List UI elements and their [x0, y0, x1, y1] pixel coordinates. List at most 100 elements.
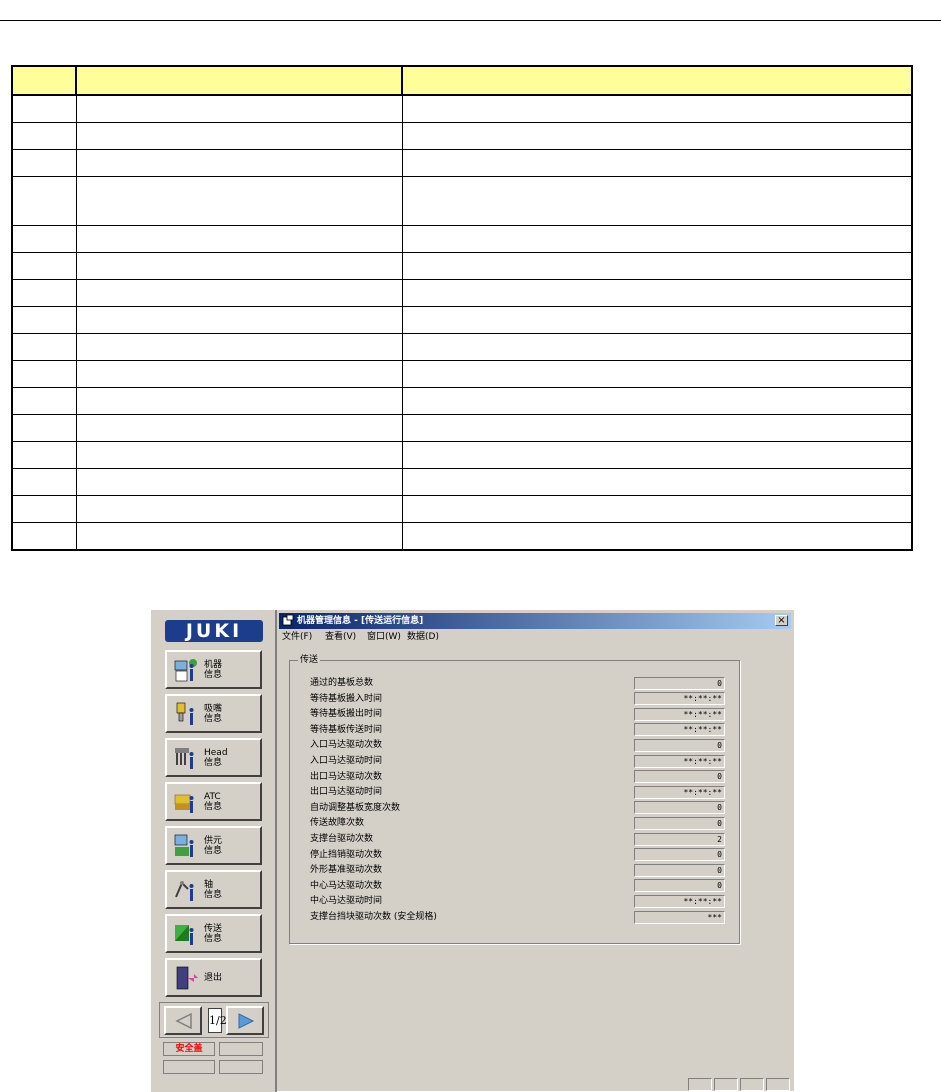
table-header-row — [11, 65, 913, 96]
table-cell — [75, 252, 403, 280]
info-row-value: **:**:** — [634, 894, 725, 908]
status-bar — [279, 1076, 793, 1092]
table-cell — [75, 468, 403, 496]
nozzle-info-icon — [174, 701, 200, 727]
table-row — [11, 522, 913, 551]
page-indicator: 1/2 — [208, 1008, 227, 1033]
window-titlebar: 机器管理信息 - [传送运行信息] × — [279, 613, 791, 629]
arrow-left-icon — [175, 1013, 192, 1029]
sidebar-button-label: 传送 信息 — [204, 924, 254, 944]
sidebar-button-conveyor-info[interactable]: 传送 信息 — [165, 914, 262, 953]
sidebar-button-label-line2: 信息 — [204, 802, 223, 812]
table-row — [11, 387, 913, 415]
table-cell — [75, 495, 403, 523]
table-row — [11, 468, 913, 496]
table-cell — [11, 122, 77, 150]
table-cell — [401, 522, 913, 551]
table-cell — [11, 252, 77, 280]
info-row-value: 0 — [634, 738, 725, 752]
table-cell — [11, 149, 77, 177]
machine-info-icon — [174, 657, 200, 683]
sidebar-button-atc-info[interactable]: ATC 信息 — [165, 782, 262, 821]
conveyor-info-icon — [174, 921, 200, 947]
next-page-button[interactable] — [226, 1006, 264, 1035]
atc-info-icon — [174, 789, 200, 815]
juki-application-window: JUKI 机器 信息 吸嘴 信息 Head 信息 ATC 信息 供元 信息轴信息 传送 信息 退出 1/… — [150, 609, 794, 1092]
info-row-label: 传送故障次数 — [310, 818, 365, 829]
table-cell — [75, 306, 403, 334]
table-cell — [11, 468, 77, 496]
conveyor-group: 传送 通过的基板总数 0 等待基板搬入时间 **:**:** 等待基板搬出时间 **:**… — [289, 654, 740, 944]
status-cell — [688, 1078, 712, 1091]
info-row-value: **:**:** — [634, 785, 725, 799]
status-box — [219, 1042, 263, 1056]
info-row-label: 出口马达驱动次数 — [310, 771, 383, 782]
menu-window[interactable]: 窗口(W) — [367, 631, 401, 643]
table-cell — [75, 149, 403, 177]
sidebar-button-label: Head 信息 — [204, 748, 254, 768]
exit-icon — [174, 965, 200, 991]
sidebar-button-exit[interactable]: 退出 — [165, 958, 262, 997]
sidebar-button-label-line1: 退出 — [204, 973, 223, 983]
info-row-value: 0 — [634, 863, 725, 877]
info-row-value: **:**:** — [634, 723, 725, 737]
sidebar-button-label-line2: 信息 — [204, 714, 223, 724]
table-cell — [11, 306, 77, 334]
table-row — [11, 122, 913, 150]
sidebar-button-label-line2: 信息 — [204, 758, 223, 768]
info-row-value: *** — [634, 910, 725, 924]
menu-file[interactable]: 文件(F) — [282, 631, 312, 643]
info-row-label: 等待基板传送时间 — [310, 724, 383, 735]
sidebar-button-machine-info[interactable]: 机器 信息 — [165, 650, 262, 689]
table-cell — [75, 95, 403, 123]
table-cell — [401, 333, 913, 361]
close-button[interactable]: × — [775, 615, 788, 626]
table-cell — [401, 468, 913, 496]
table-cell — [401, 279, 913, 307]
status-cell — [714, 1078, 738, 1091]
table-cell — [11, 225, 77, 253]
table-cell — [75, 360, 403, 388]
table-cell — [401, 306, 913, 334]
sidebar-button-nozzle-info[interactable]: 吸嘴 信息 — [165, 694, 262, 733]
info-row-label: 等待基板搬出时间 — [310, 709, 383, 720]
info-row-value: 0 — [634, 848, 725, 862]
info-row-label: 自动调整基板宽度次数 — [310, 802, 401, 813]
info-row-value: 0 — [634, 770, 725, 784]
status-box — [219, 1060, 263, 1074]
info-row-label: 停止挡销驱动次数 — [310, 849, 383, 860]
sidebar-button-label-line2: 信息 — [204, 846, 223, 856]
info-row-label: 入口马达驱动次数 — [310, 740, 383, 751]
safety-cover-label: 安全盖 — [175, 1044, 203, 1054]
sidebar-button-head-info[interactable]: Head 信息 — [165, 738, 262, 777]
sidebar-button-axis-info[interactable]: 轴信息 — [165, 870, 262, 909]
info-row-label: 出口马达驱动时间 — [310, 787, 383, 798]
sidebar-button-label-line1: ATC — [204, 792, 221, 802]
menu-data[interactable]: 数据(D) — [407, 631, 439, 643]
page-top-rule — [0, 20, 941, 21]
sidebar-button-label: ATC 信息 — [204, 792, 254, 812]
table-cell — [401, 360, 913, 388]
table-cell — [75, 441, 403, 469]
table-cell — [401, 252, 913, 280]
table-cell — [75, 279, 403, 307]
table-row — [11, 333, 913, 361]
table-row — [11, 360, 913, 388]
child-window: 机器管理信息 - [传送运行信息] × 文件(F) 查看(V) 窗口(W) 数据… — [279, 610, 793, 1074]
safety-cover-status: 安全盖 — [163, 1042, 215, 1056]
sidebar-button-feeder-info[interactable]: 供元 信息 — [165, 826, 262, 865]
info-row-label: 中心马达驱动时间 — [310, 896, 383, 907]
table-row — [11, 441, 913, 469]
info-row-value: 2 — [634, 832, 725, 846]
table-cell — [401, 176, 913, 226]
table-cell — [11, 360, 77, 388]
head-info-icon — [174, 745, 200, 771]
sidebar-button-label-line1: 供元 — [204, 836, 223, 846]
table-cell — [401, 225, 913, 253]
sidebar: JUKI 机器 信息 吸嘴 信息 Head 信息 ATC 信息 供元 信息轴信息 传送 信息 退出 1/… — [151, 610, 277, 1092]
table-row — [11, 279, 913, 307]
prev-page-button[interactable] — [164, 1006, 202, 1035]
menu-view[interactable]: 查看(V) — [325, 631, 356, 643]
table-cell — [11, 522, 77, 551]
juki-logo: JUKI — [165, 620, 263, 642]
